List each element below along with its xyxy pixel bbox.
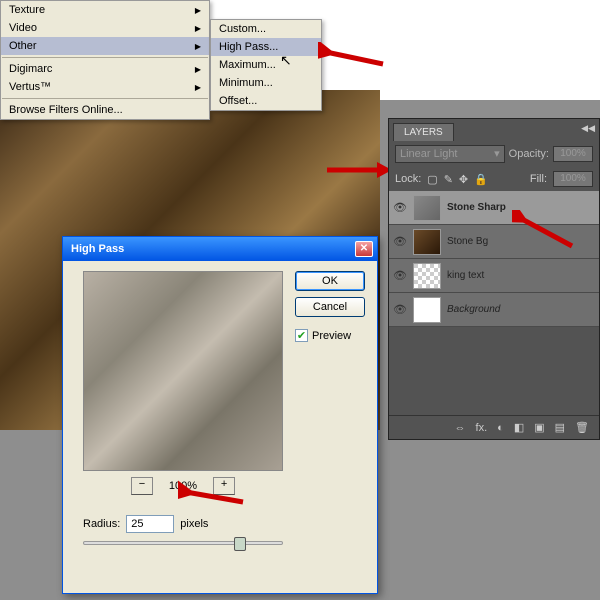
zoom-in-button[interactable]: +: [213, 477, 235, 495]
lock-brush-icon[interactable]: ✎: [444, 173, 453, 186]
ok-button[interactable]: OK: [295, 271, 365, 291]
lock-transparency-icon[interactable]: ▢: [427, 173, 437, 186]
submenu-custom[interactable]: Custom...: [211, 20, 321, 38]
lock-all-icon[interactable]: 🔒: [474, 173, 488, 186]
layer-row[interactable]: 👁 Background: [389, 293, 599, 327]
layer-thumbnail[interactable]: [413, 195, 441, 221]
lock-label: Lock:: [395, 173, 421, 185]
trash-icon[interactable]: 🗑: [575, 421, 589, 434]
filter-menu: Texture Video Other Digimarc Vertus™ Bro…: [0, 0, 210, 120]
fx-icon[interactable]: fx.: [476, 422, 488, 434]
fill-input[interactable]: 100%: [553, 171, 593, 187]
dialog-titlebar[interactable]: High Pass ✕: [63, 237, 377, 261]
layer-row[interactable]: 👁 Stone Bg: [389, 225, 599, 259]
layer-row[interactable]: 👁 Stone Sharp: [389, 191, 599, 225]
layers-panel: ◀◀ LAYERS Linear Light▾ Opacity: 100% Lo…: [388, 118, 600, 440]
preview-image[interactable]: [83, 271, 283, 471]
opacity-input[interactable]: 100%: [553, 146, 593, 162]
zoom-out-button[interactable]: −: [131, 477, 153, 495]
menu-separator: [2, 57, 208, 58]
layer-name: king text: [447, 270, 484, 281]
layer-name: Stone Sharp: [447, 202, 506, 213]
other-submenu: Custom... High Pass... Maximum... Minimu…: [210, 19, 322, 111]
radius-unit: pixels: [180, 518, 208, 530]
layer-name: Background: [447, 304, 500, 315]
preview-label: Preview: [312, 330, 351, 342]
visibility-eye-icon[interactable]: 👁: [393, 201, 407, 214]
close-button[interactable]: ✕: [355, 241, 373, 257]
blend-mode-dropdown[interactable]: Linear Light▾: [395, 145, 505, 163]
layer-name: Stone Bg: [447, 236, 488, 247]
mask-icon[interactable]: ◐: [497, 422, 504, 434]
preview-checkbox[interactable]: ✔: [295, 329, 308, 342]
visibility-eye-icon[interactable]: 👁: [393, 235, 407, 248]
panel-collapse-icon[interactable]: ◀◀: [581, 123, 595, 134]
dialog-title: High Pass: [71, 243, 124, 255]
new-layer-icon[interactable]: ▤: [555, 421, 565, 434]
menu-other[interactable]: Other: [1, 37, 209, 55]
visibility-eye-icon[interactable]: 👁: [393, 303, 407, 316]
layer-thumbnail[interactable]: [413, 297, 441, 323]
lock-move-icon[interactable]: ✥: [459, 173, 468, 186]
layer-row[interactable]: 👁 king text: [389, 259, 599, 293]
menu-texture[interactable]: Texture: [1, 1, 209, 19]
visibility-eye-icon[interactable]: 👁: [393, 269, 407, 282]
zoom-percent: 100%: [169, 480, 197, 492]
fill-label: Fill:: [530, 173, 547, 185]
slider-thumb[interactable]: [234, 537, 246, 551]
layers-tab[interactable]: LAYERS: [393, 123, 454, 141]
layer-thumbnail[interactable]: [413, 229, 441, 255]
submenu-minimum[interactable]: Minimum...: [211, 74, 321, 92]
radius-input[interactable]: [126, 515, 174, 533]
menu-video[interactable]: Video: [1, 19, 209, 37]
adjustment-icon[interactable]: ◧: [514, 421, 524, 434]
layer-thumbnail[interactable]: [413, 263, 441, 289]
submenu-offset[interactable]: Offset...: [211, 92, 321, 110]
menu-digimarc[interactable]: Digimarc: [1, 60, 209, 78]
link-layers-icon[interactable]: ⇔: [455, 422, 466, 434]
chevron-down-icon: ▾: [494, 146, 500, 162]
annotation-arrow: [318, 42, 388, 72]
opacity-label: Opacity:: [509, 148, 549, 160]
radius-slider[interactable]: [83, 541, 283, 545]
submenu-maximum[interactable]: Maximum...: [211, 56, 321, 74]
layers-footer: ⇔ fx. ◐ ◧ ▣ ▤ 🗑: [389, 415, 599, 439]
cancel-button[interactable]: Cancel: [295, 297, 365, 317]
high-pass-dialog: High Pass ✕ − 100% + Radius: pixels OK C…: [62, 236, 378, 594]
radius-label: Radius:: [83, 518, 120, 530]
group-icon[interactable]: ▣: [534, 421, 544, 434]
submenu-high-pass[interactable]: High Pass...: [211, 38, 321, 56]
layer-list: 👁 Stone Sharp 👁 Stone Bg 👁 king text 👁 B…: [389, 191, 599, 327]
menu-separator: [2, 98, 208, 99]
menu-vertus[interactable]: Vertus™: [1, 78, 209, 96]
menu-browse-online[interactable]: Browse Filters Online...: [1, 101, 209, 119]
